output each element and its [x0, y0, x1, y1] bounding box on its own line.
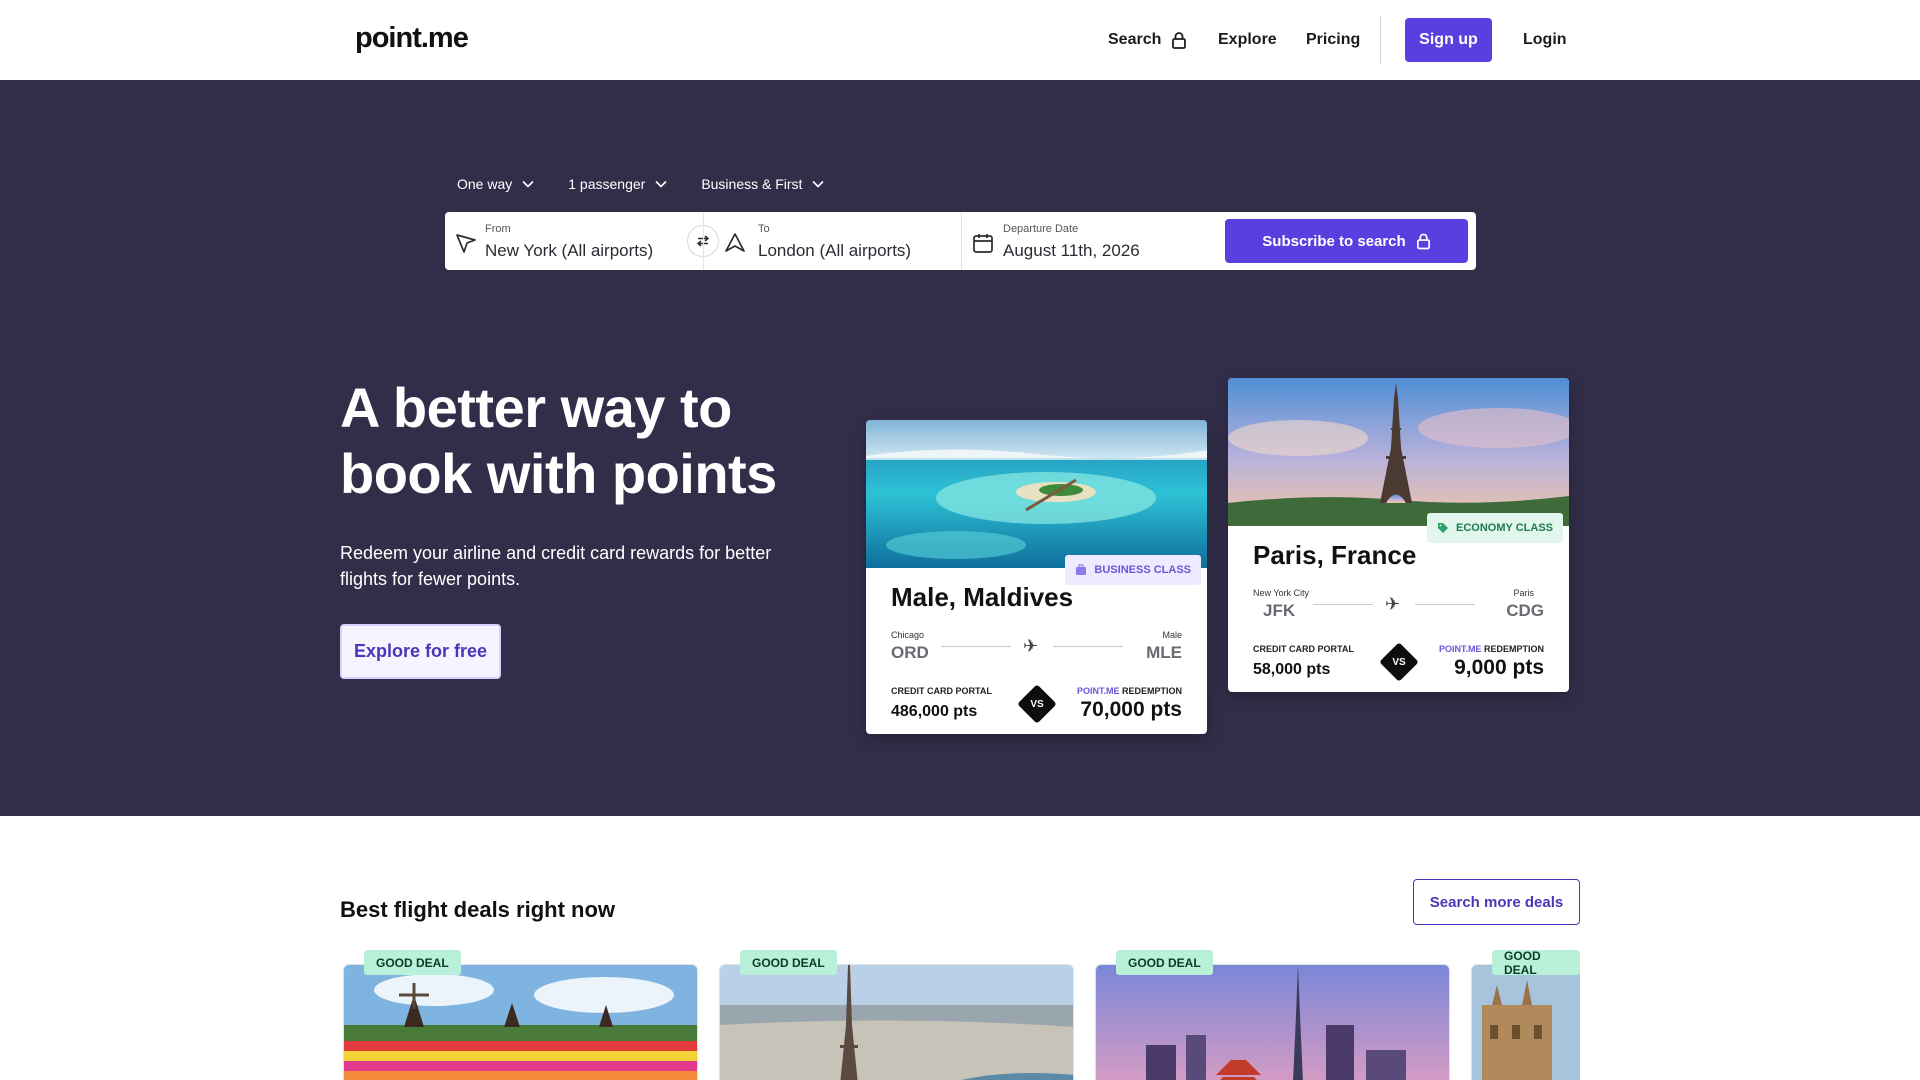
pointme-redemption-label: POINT.ME REDEMPTION	[1077, 686, 1182, 696]
from-field[interactable]: From New York (All airports)	[445, 212, 703, 270]
redemption-label: REDEMPTION	[1483, 644, 1544, 654]
nav-pricing-link[interactable]: Pricing	[1306, 0, 1360, 80]
tag-icon	[1438, 523, 1449, 533]
calendar-icon	[973, 234, 993, 253]
destination-card-male[interactable]: BUSINESS CLASS Male, Maldives Chicago OR…	[866, 420, 1207, 734]
point-me-logo[interactable]: point.me	[355, 22, 469, 55]
pointme-redemption-value: 70,000 pts	[1080, 698, 1182, 721]
origin-city: New York City	[1253, 588, 1310, 598]
briefcase-icon	[1076, 564, 1087, 575]
class-badge: ECONOMY CLASS	[1427, 513, 1563, 543]
nav-search-link[interactable]: Search	[1108, 0, 1187, 80]
chevron-down-icon	[522, 180, 534, 188]
destination-name: Paris, France	[1253, 540, 1417, 570]
vs-diamond: VS	[1017, 684, 1057, 724]
route-info: Chicago ORD ✈ Male MLE	[891, 630, 1182, 670]
lock-icon	[1172, 32, 1187, 49]
tokyo-skyline-image	[1096, 965, 1449, 1080]
chevron-down-icon	[655, 180, 667, 188]
route-line-left	[941, 646, 1011, 647]
deal-card-london[interactable]	[1471, 964, 1580, 1080]
to-field[interactable]: To London (All airports)	[703, 212, 961, 270]
class-badge-label: BUSINESS CLASS	[1094, 564, 1191, 576]
trip-type-dropdown[interactable]: One way	[457, 176, 534, 192]
destination-name: Male, Maldives	[891, 582, 1074, 612]
credit-card-portal-value: 58,000 pts	[1253, 661, 1331, 678]
departure-date-field[interactable]: Departure Date August 11th, 2026	[961, 212, 1217, 270]
destination-code: CDG	[1506, 601, 1544, 620]
pointme-redemption-value: 9,000 pts	[1454, 656, 1544, 679]
subscribe-label: Subscribe to search	[1262, 232, 1406, 250]
login-link[interactable]: Login	[1523, 0, 1567, 80]
redemption-label: REDEMPTION	[1121, 686, 1182, 696]
origin-code: JFK	[1263, 601, 1296, 620]
vs-label: VS	[1030, 698, 1044, 710]
hero-title: A better way to book with points	[340, 376, 777, 505]
from-label: From	[485, 223, 511, 235]
route-info: New York City JFK ✈ Paris CDG	[1253, 588, 1544, 628]
good-deal-badge: GOOD DEAL	[1116, 950, 1213, 975]
airplane-icon: ✈	[1023, 636, 1039, 656]
deal-card-netherlands[interactable]	[343, 964, 698, 1080]
departure-arrow-icon	[456, 234, 476, 253]
destination-card-paris[interactable]: ECONOMY CLASS Paris, France New York Cit…	[1228, 378, 1569, 692]
credit-card-portal-value: 486,000 pts	[891, 703, 978, 720]
route-line-right	[1053, 646, 1123, 647]
nav-explore-link[interactable]: Explore	[1218, 0, 1277, 80]
good-deal-badge: GOOD DEAL	[740, 950, 837, 975]
chevron-down-icon	[812, 180, 825, 188]
good-deal-badge: GOOD DEAL	[1492, 949, 1580, 977]
destination-code: MLE	[1146, 643, 1182, 662]
subscribe-to-search-button[interactable]: Subscribe to search	[1225, 219, 1468, 263]
lock-icon	[1416, 233, 1430, 250]
deals-carousel: GOOD DEAL GOOD DEAL GOOD DEAL GOOD DEAL	[340, 940, 1580, 1080]
passengers-dropdown[interactable]: 1 passenger	[568, 176, 667, 192]
to-label: To	[758, 223, 770, 235]
class-badge-label: ECONOMY CLASS	[1456, 522, 1553, 534]
passengers-value: 1 passenger	[568, 176, 646, 192]
date-label: Departure Date	[1003, 223, 1079, 235]
class-badge: BUSINESS CLASS	[1065, 555, 1201, 585]
deal-card-paris[interactable]	[719, 964, 1074, 1080]
credit-card-portal-label: CREDIT CARD PORTAL	[1253, 644, 1354, 654]
search-more-deals-button[interactable]: Search more deals	[1413, 879, 1580, 925]
pointme-label: POINT.ME	[1076, 686, 1120, 696]
nav-search-label: Search	[1108, 31, 1162, 48]
nav-divider	[1380, 16, 1381, 64]
top-navigation-bar: point.me Search Explore Pricing Sign up …	[0, 0, 1920, 80]
maldives-island-image	[866, 420, 1207, 568]
london-parliament-image	[1472, 965, 1580, 1080]
airplane-icon: ✈	[1385, 594, 1401, 614]
flight-search-bar: From New York (All airports) To London (…	[445, 212, 1476, 270]
date-value: August 11th, 2026	[1003, 241, 1140, 260]
hero-subtitle: Redeem your airline and credit card rewa…	[340, 543, 772, 589]
vs-label: VS	[1392, 656, 1406, 668]
deals-section-title: Best flight deals right now	[340, 897, 616, 922]
trip-type-value: One way	[457, 176, 513, 192]
windmills-tulips-image	[344, 965, 697, 1080]
to-value: London (All airports)	[758, 241, 912, 260]
good-deal-badge: GOOD DEAL	[364, 950, 461, 975]
pointme-label: POINT.ME	[1438, 644, 1482, 654]
cabin-class-value: Business & First	[701, 176, 803, 192]
arrival-arrow-icon	[725, 233, 745, 252]
sign-up-button[interactable]: Sign up	[1405, 18, 1492, 62]
hero-section: One way 1 passenger Business & First Fro…	[0, 80, 1920, 816]
paris-cityscape-image	[720, 965, 1073, 1080]
from-value: New York (All airports)	[485, 241, 654, 260]
eiffel-tower-image	[1228, 378, 1569, 526]
pointme-redemption-label: POINT.ME REDEMPTION	[1439, 644, 1544, 654]
origin-city: Chicago	[891, 630, 925, 640]
destination-city: Paris	[1513, 588, 1534, 598]
origin-code: ORD	[891, 643, 929, 662]
deal-card-tokyo[interactable]	[1095, 964, 1450, 1080]
route-line-right	[1415, 604, 1475, 605]
destination-city: Male	[1162, 630, 1182, 640]
route-line-left	[1313, 604, 1373, 605]
search-filters: One way 1 passenger Business & First	[457, 176, 825, 192]
explore-for-free-button[interactable]: Explore for free	[340, 624, 501, 679]
credit-card-portal-label: CREDIT CARD PORTAL	[891, 686, 992, 696]
cabin-class-dropdown[interactable]: Business & First	[701, 176, 825, 192]
vs-diamond: VS	[1379, 642, 1419, 682]
